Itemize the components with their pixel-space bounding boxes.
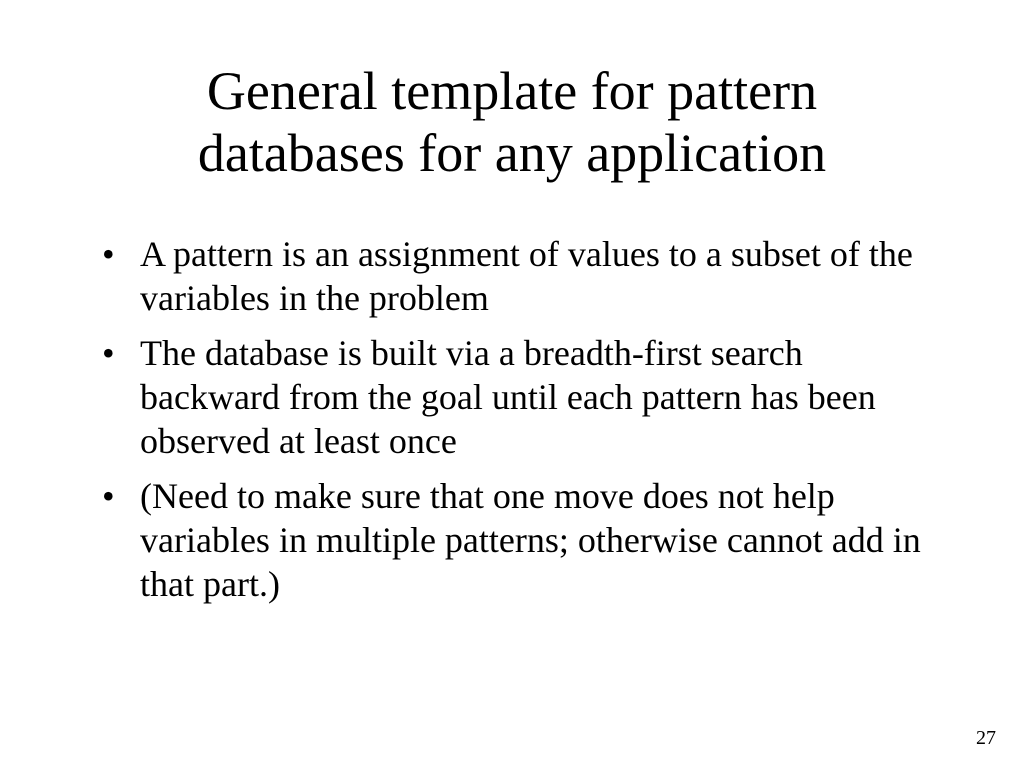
bullet-item: The database is built via a breadth-firs… bbox=[90, 331, 934, 464]
page-number: 27 bbox=[976, 727, 996, 750]
bullet-list: A pattern is an assignment of values to … bbox=[90, 232, 934, 606]
bullet-item: A pattern is an assignment of values to … bbox=[90, 232, 934, 321]
slide-container: General template for pattern databases f… bbox=[0, 0, 1024, 768]
bullet-item: (Need to make sure that one move does no… bbox=[90, 474, 934, 607]
slide-title: General template for pattern databases f… bbox=[90, 60, 934, 184]
